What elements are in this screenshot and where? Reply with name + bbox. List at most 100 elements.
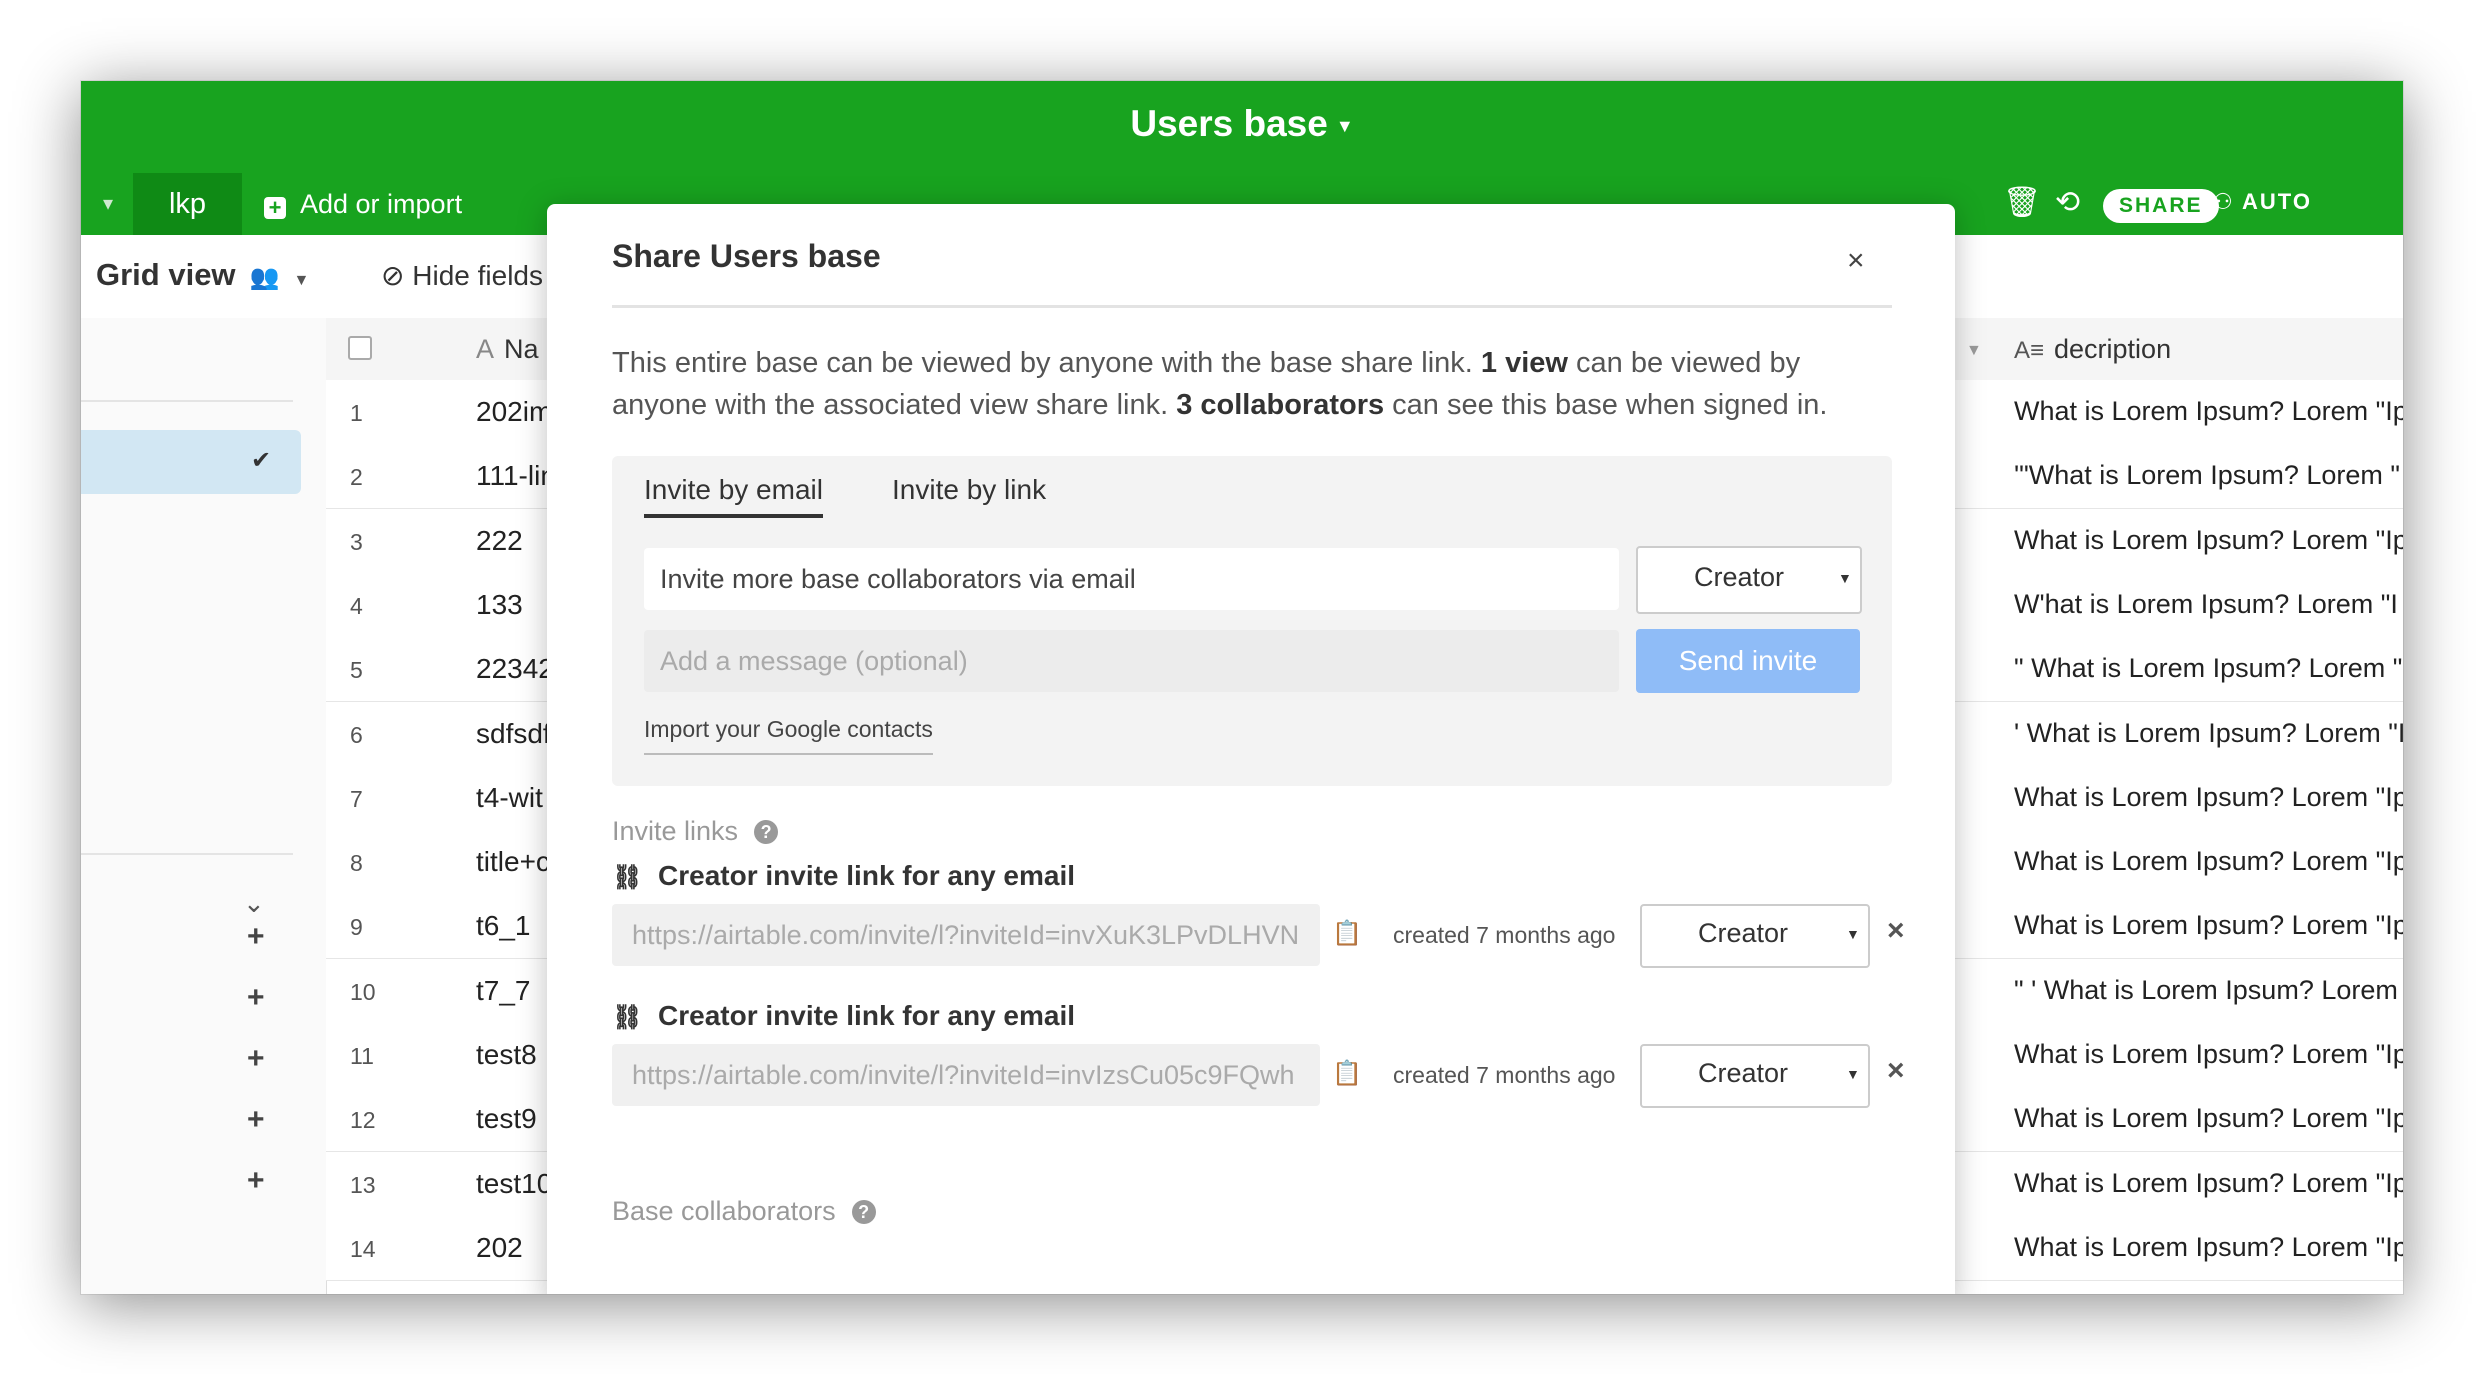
name-header-label: Na — [504, 334, 539, 364]
desc-text: can see this base when signed in. — [1384, 389, 1828, 421]
description-cell[interactable]: What is Lorem Ipsum? Lorem "Ip — [2014, 525, 2403, 556]
sidebar-item-selected-view[interactable]: ✔ — [81, 430, 301, 494]
app-window: Users base ▼ ▾ lkp + Add or import 🗑 ⟲ SHA… — [81, 81, 2403, 1294]
delete-link-icon[interactable]: × — [1887, 914, 1905, 948]
previous-tab[interactable]: ▾ — [81, 173, 131, 235]
select-all-checkbox[interactable] — [348, 336, 372, 360]
name-cell[interactable]: t6_1 — [476, 910, 531, 942]
close-icon[interactable]: × — [1847, 244, 1865, 278]
created-timestamp: created 7 months ago — [1393, 1062, 1616, 1088]
automations-button[interactable]: ⚇ AUTO — [2213, 189, 2312, 215]
history-icon[interactable]: ⟲ — [2055, 185, 2080, 220]
name-column-header[interactable]: A Na — [476, 334, 539, 365]
row-number: 9 — [350, 914, 363, 941]
description-cell[interactable]: W'hat is Lorem Ipsum? Lorem "I — [2014, 589, 2398, 620]
name-cell[interactable]: title+c — [476, 846, 550, 878]
caret-down-icon[interactable]: ▼ — [1966, 342, 1982, 360]
description-column-header[interactable]: A≡ decription — [2014, 334, 2171, 365]
description-cell[interactable]: What is Lorem Ipsum? Lorem "Ip — [2014, 846, 2403, 877]
invite-links-heading: Invite links? — [612, 816, 779, 847]
description-cell[interactable]: " What is Lorem Ipsum? Lorem " — [2014, 653, 2402, 684]
link-icon: ⛓ — [612, 1004, 643, 1031]
base-collaborators-label: Base collaborators — [612, 1196, 836, 1226]
email-field[interactable]: Invite more base collaborators via email — [644, 548, 1619, 610]
send-invite-button[interactable]: Send invite — [1636, 629, 1860, 693]
copy-icon[interactable]: 📋 — [1332, 1059, 1362, 1088]
name-cell[interactable]: test8 — [476, 1039, 537, 1071]
name-cell[interactable]: 133 — [476, 589, 523, 621]
plus-icon[interactable]: + — [247, 920, 265, 954]
plus-icon[interactable]: + — [247, 1164, 265, 1198]
caret-down-icon: ▼ — [1846, 926, 1860, 942]
add-or-import-button[interactable]: + Add or import — [264, 173, 462, 235]
invite-link-title-text: Creator invite link for any email — [658, 860, 1076, 891]
view-switcher[interactable]: Grid view 👥 ▼ — [96, 257, 309, 293]
name-cell[interactable]: t7_7 — [476, 975, 531, 1007]
row-number: 2 — [350, 464, 363, 491]
row-number: 7 — [350, 785, 363, 812]
name-cell[interactable]: test9 — [476, 1103, 537, 1135]
created-timestamp: created 7 months ago — [1393, 922, 1616, 948]
plus-icon[interactable]: + — [247, 1103, 265, 1137]
row-number: 4 — [350, 592, 363, 619]
desc-text: This entire base can be viewed by anyone… — [612, 347, 1481, 379]
name-cell[interactable]: test10 — [476, 1168, 552, 1200]
name-cell[interactable]: 202im — [476, 396, 552, 428]
invite-panel: Invite by email Invite by link Invite mo… — [612, 456, 1892, 786]
link-icon: ⛓ — [612, 864, 643, 891]
invite-link-url-field[interactable]: https://airtable.com/invite/l?inviteId=i… — [612, 1044, 1320, 1106]
name-cell[interactable]: sdfsdf — [476, 718, 551, 750]
row-number: 13 — [350, 1171, 376, 1198]
description-cell[interactable]: What is Lorem Ipsum? Lorem "Ip — [2014, 396, 2403, 427]
description-header-label: decription — [2054, 334, 2172, 364]
role-select-value: Creator — [1698, 1058, 1789, 1088]
description-cell[interactable]: What is Lorem Ipsum? Lorem "Ip — [2014, 910, 2403, 941]
role-select[interactable]: Creator ▼ — [1636, 546, 1862, 614]
import-google-contacts-link[interactable]: Import your Google contacts — [644, 716, 933, 755]
view-name: Grid view — [96, 257, 236, 292]
check-icon: ✔ — [251, 447, 272, 474]
row-number: 12 — [350, 1107, 376, 1134]
eye-slash-icon: ⊘ — [381, 260, 405, 291]
name-cell[interactable]: 222 — [476, 525, 523, 557]
hide-fields-label: Hide fields — [412, 260, 543, 291]
base-title-menu[interactable]: Users base ▼ — [81, 103, 2403, 145]
name-cell[interactable]: 202 — [476, 1232, 523, 1264]
description-cell[interactable]: What is Lorem Ipsum? Lorem "Ip — [2014, 1232, 2403, 1263]
delete-link-icon[interactable]: × — [1887, 1054, 1905, 1088]
copy-icon[interactable]: 📋 — [1332, 919, 1362, 948]
share-description: This entire base can be viewed by anyone… — [612, 342, 1902, 426]
tab-lkp[interactable]: lkp — [133, 173, 242, 235]
description-cell[interactable]: What is Lorem Ipsum? Lorem "Ip — [2014, 1168, 2403, 1199]
plus-icon[interactable]: + — [247, 981, 265, 1015]
name-cell[interactable]: t4-wit — [476, 782, 543, 814]
description-cell[interactable]: What is Lorem Ipsum? Lorem "Ip — [2014, 782, 2403, 813]
caret-down-icon: ▼ — [1838, 570, 1852, 586]
invite-link-role-select[interactable]: Creator ▼ — [1640, 1044, 1870, 1108]
caret-down-icon: ▼ — [1335, 115, 1354, 136]
chevron-down-icon[interactable]: ⌄ — [243, 888, 265, 919]
name-cell[interactable]: 22342 — [476, 653, 554, 685]
row-number: 14 — [350, 1235, 376, 1262]
collaborator-count: 3 collaborators — [1176, 389, 1385, 421]
invite-link-title-text: Creator invite link for any email — [658, 1000, 1076, 1031]
hide-fields-button[interactable]: ⊘ Hide fields — [381, 259, 543, 292]
help-icon[interactable]: ? — [851, 1200, 876, 1224]
description-cell[interactable]: '"What is Lorem Ipsum? Lorem " — [2014, 460, 2400, 491]
name-cell[interactable]: 111-lin — [476, 460, 556, 492]
description-cell[interactable]: ' What is Lorem Ipsum? Lorem "I — [2014, 718, 2403, 749]
share-button[interactable]: SHARE — [2103, 189, 2219, 223]
description-cell[interactable]: What is Lorem Ipsum? Lorem "Ip — [2014, 1039, 2403, 1070]
tab-invite-by-link[interactable]: Invite by link — [892, 474, 1046, 514]
tab-invite-by-email[interactable]: Invite by email — [644, 474, 823, 518]
description-cell[interactable]: " ' What is Lorem Ipsum? Lorem — [2014, 975, 2398, 1006]
divider — [81, 400, 293, 402]
caret-down-icon: ▼ — [1846, 1066, 1860, 1082]
description-cell[interactable]: What is Lorem Ipsum? Lorem "Ip — [2014, 1103, 2403, 1134]
help-icon[interactable]: ? — [754, 820, 779, 844]
invite-link-url-field[interactable]: https://airtable.com/invite/l?inviteId=i… — [612, 904, 1320, 966]
plus-icon[interactable]: + — [247, 1042, 265, 1076]
message-field[interactable]: Add a message (optional) — [644, 630, 1619, 692]
trash-icon[interactable]: 🗑 — [2003, 185, 2041, 220]
invite-link-role-select[interactable]: Creator ▼ — [1640, 904, 1870, 968]
